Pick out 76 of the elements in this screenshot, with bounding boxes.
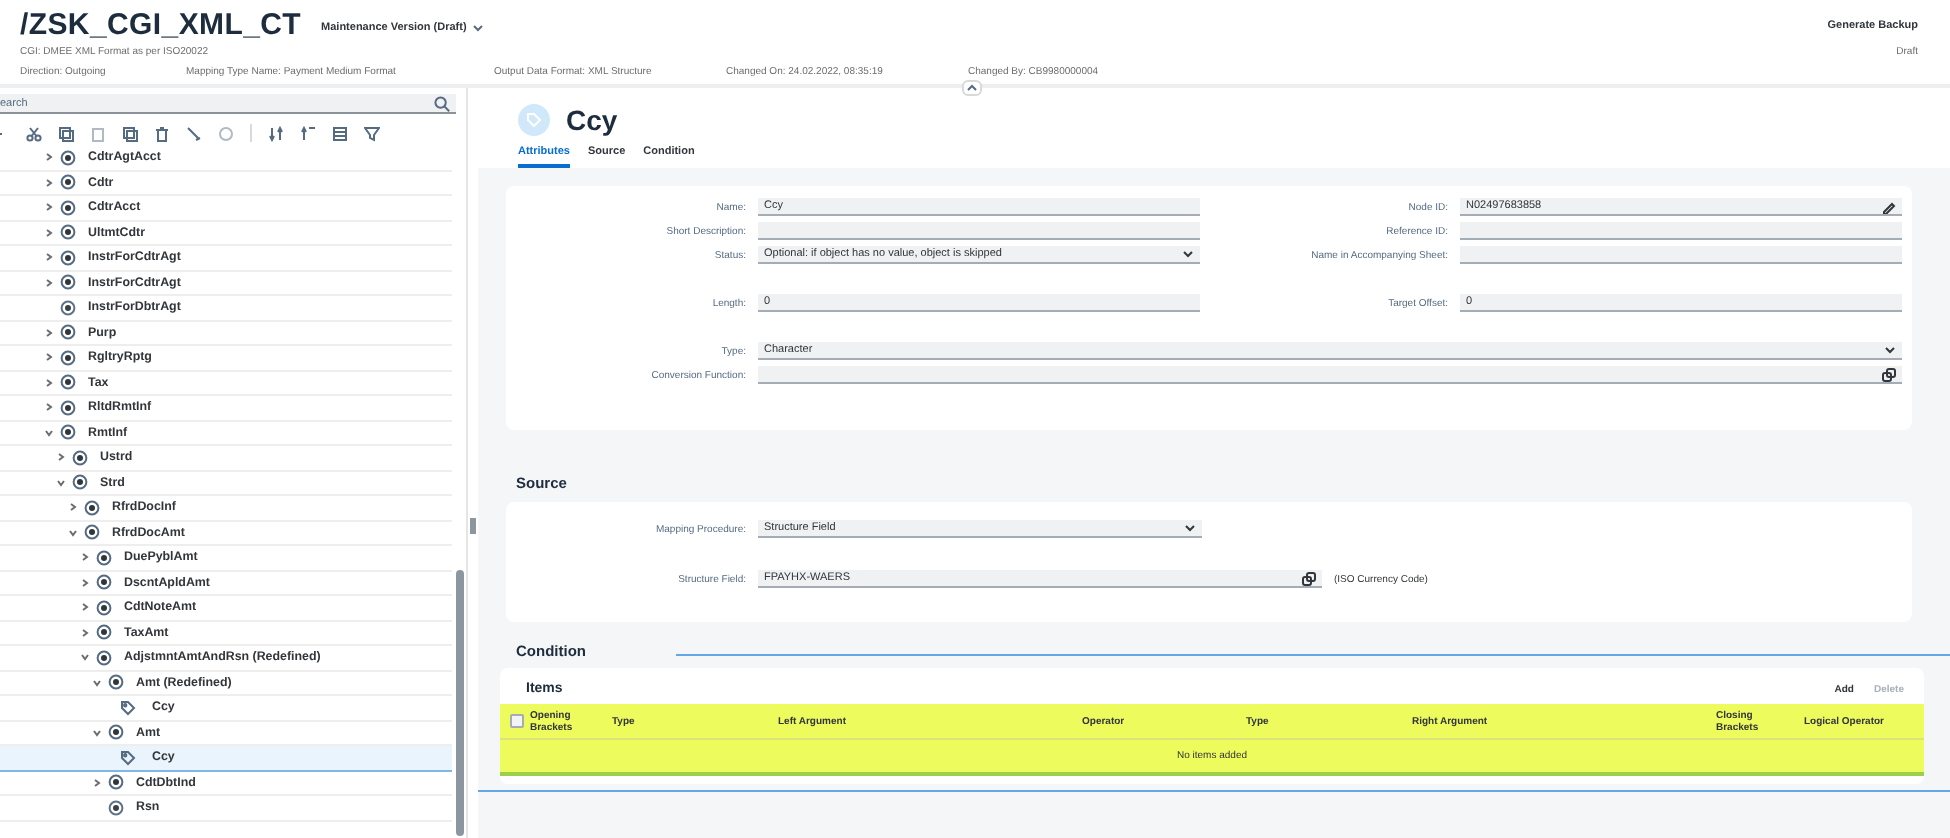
radio-node-icon[interactable] <box>84 524 100 541</box>
table-icon[interactable] <box>332 125 348 141</box>
chevron-down-icon[interactable] <box>56 477 66 488</box>
chevron-right-icon[interactable] <box>44 352 54 363</box>
radio-node-icon[interactable] <box>60 199 76 216</box>
input-field[interactable] <box>1460 246 1902 264</box>
chevron-up-icon[interactable] <box>966 84 978 92</box>
chevron-right-icon[interactable] <box>44 177 54 188</box>
value-help-icon[interactable] <box>1882 367 1896 381</box>
object-title: Ccy <box>566 104 618 136</box>
chevron-right-icon[interactable] <box>44 152 54 163</box>
chevron-right-icon[interactable] <box>56 452 66 463</box>
radio-node-icon[interactable] <box>96 574 112 591</box>
chevron-right-icon[interactable] <box>80 627 90 638</box>
radio-node-icon[interactable] <box>72 474 88 491</box>
input-field[interactable] <box>758 222 1200 240</box>
radio-node-icon[interactable] <box>60 324 76 341</box>
arrow-up-icon[interactable] <box>300 125 316 141</box>
radio-node-icon[interactable] <box>60 424 76 441</box>
input-field[interactable] <box>1460 222 1902 240</box>
chevron-right-icon[interactable] <box>44 377 54 388</box>
radio-node-icon[interactable] <box>96 599 112 616</box>
radio-node-icon[interactable] <box>60 249 76 266</box>
radio-node-icon[interactable] <box>96 649 112 666</box>
chevron-right-icon[interactable] <box>44 202 54 213</box>
chevron-down-icon[interactable] <box>92 677 102 688</box>
radio-node-icon[interactable] <box>72 449 88 466</box>
radio-node-icon[interactable] <box>108 674 124 691</box>
select-all-checkbox[interactable] <box>510 714 524 728</box>
chevron-down-icon[interactable] <box>472 23 485 31</box>
chevron-down-icon[interactable] <box>1182 250 1194 258</box>
radio-node-icon[interactable] <box>108 799 124 816</box>
scrollbar[interactable] <box>456 570 464 836</box>
chevron-right-icon[interactable] <box>44 327 54 338</box>
radio-node-icon[interactable] <box>60 299 76 316</box>
chevron-right-icon[interactable] <box>80 552 90 563</box>
radio-node-icon[interactable] <box>60 374 76 391</box>
search-icon[interactable] <box>434 96 450 112</box>
input-field[interactable] <box>758 366 1902 384</box>
tag-icon[interactable] <box>120 699 136 716</box>
chevron-right-icon[interactable] <box>44 227 54 238</box>
value-help-icon[interactable] <box>1302 571 1316 585</box>
sort-icon[interactable] <box>268 125 284 141</box>
scissors-icon[interactable] <box>26 125 42 141</box>
chevron-right-icon[interactable] <box>68 502 78 513</box>
trash-icon[interactable] <box>154 125 170 141</box>
radio-node-icon[interactable] <box>84 499 100 516</box>
filter-icon[interactable] <box>364 125 380 141</box>
chevron-right-icon[interactable] <box>44 252 54 263</box>
chevron-right-icon[interactable] <box>44 402 54 413</box>
radio-node-icon[interactable] <box>60 224 76 241</box>
chevron-down-icon[interactable] <box>1184 524 1196 532</box>
radio-node-icon[interactable] <box>60 174 76 191</box>
radio-node-icon[interactable] <box>96 624 112 641</box>
radio-node-icon[interactable] <box>60 349 76 366</box>
page-title: /ZSK_CGI_XML_CT <box>20 8 302 42</box>
radio-node-icon[interactable] <box>60 274 76 291</box>
copy-icon[interactable] <box>122 125 138 141</box>
radio-node-icon[interactable] <box>108 774 124 791</box>
radio-node-icon[interactable] <box>108 724 124 741</box>
collapse-header-button[interactable] <box>962 80 982 96</box>
radio-node-icon[interactable] <box>60 399 76 416</box>
tag-icon[interactable] <box>120 749 136 766</box>
copy-icon[interactable] <box>58 125 74 141</box>
chevron-down-icon[interactable] <box>80 652 90 663</box>
radio-node-icon[interactable] <box>60 149 76 166</box>
chevron-right-icon[interactable] <box>44 277 54 288</box>
chevron-right-icon[interactable] <box>80 577 90 588</box>
chevron-right-icon[interactable] <box>92 777 102 788</box>
chevron-down-icon[interactable] <box>1884 346 1896 354</box>
radio-node-icon[interactable] <box>96 549 112 566</box>
chevron-down-icon[interactable] <box>68 527 78 538</box>
chevron-right-icon[interactable] <box>80 602 90 613</box>
chevron-down-icon[interactable] <box>92 727 102 738</box>
chevron-down-icon[interactable] <box>44 427 54 438</box>
splitter-handle[interactable] <box>470 518 476 534</box>
